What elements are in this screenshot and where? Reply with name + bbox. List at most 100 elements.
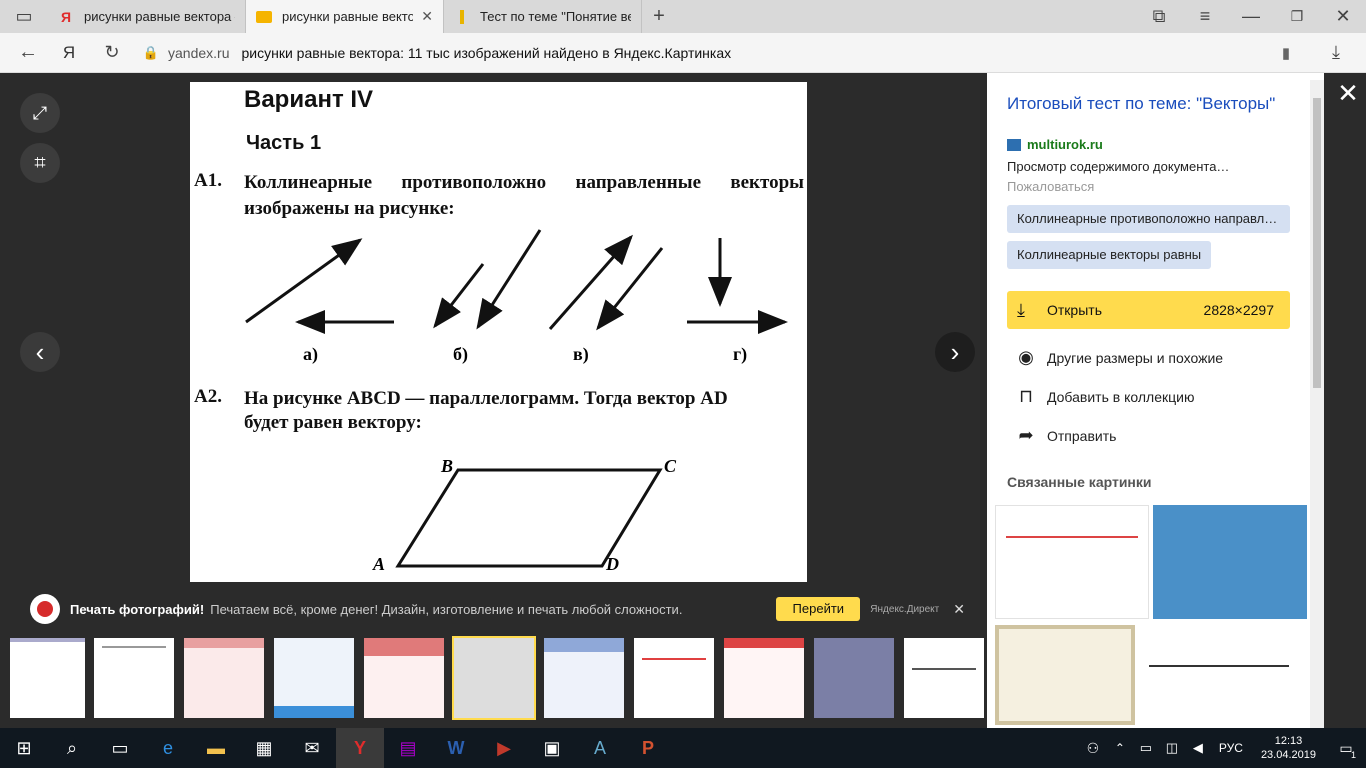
edge-icon[interactable]: e xyxy=(144,728,192,768)
close-ad-icon[interactable]: ✕ xyxy=(953,601,965,618)
task-view-icon[interactable]: ▭ xyxy=(96,728,144,768)
related-thumbnail[interactable] xyxy=(995,625,1135,725)
bookmark-outline-icon: ⊓ xyxy=(1018,386,1034,406)
complain-link[interactable]: Пожаловаться xyxy=(1007,179,1094,194)
a1-label-v: в) xyxy=(573,344,589,364)
clock-date: 23.04.2019 xyxy=(1260,749,1316,761)
search-icon[interactable]: ⌕ xyxy=(48,728,96,768)
yandex-browser-icon[interactable]: Y xyxy=(336,728,384,768)
action-label: Отправить xyxy=(1047,427,1117,444)
tag-chip[interactable]: Коллинеарные векторы равны xyxy=(1007,241,1212,269)
tab-2[interactable]: рисунки равные вектор ✕ xyxy=(246,0,444,33)
point-b-label: B xyxy=(441,456,454,476)
yandex-logo-icon[interactable]: Я xyxy=(56,33,82,73)
video-icon[interactable]: ▣ xyxy=(528,728,576,768)
address-domain[interactable]: yandex.ru xyxy=(168,45,229,61)
thumbnail-current[interactable] xyxy=(452,636,536,720)
main-image[interactable]: Вариант IV Часть 1 А1. Коллинеарные прот… xyxy=(190,82,807,582)
new-tab-icon[interactable]: + xyxy=(642,0,676,33)
doc-heading: Вариант IV xyxy=(244,86,374,113)
fullscreen-icon[interactable]: ⤢ xyxy=(20,93,60,133)
add-collection-action[interactable]: ⊓ Добавить в коллекцию xyxy=(1015,386,1194,407)
thumbnail[interactable] xyxy=(724,638,804,718)
tab-1[interactable]: Я рисунки равные вектора – xyxy=(48,0,246,33)
related-thumbnail[interactable] xyxy=(1153,505,1307,619)
close-window-icon[interactable]: ✕ xyxy=(1320,0,1366,33)
download-icon: ⤓ xyxy=(1017,299,1025,320)
windows-start-icon[interactable]: ⊞ xyxy=(0,728,48,768)
thumbnail[interactable] xyxy=(904,638,984,718)
close-tab-icon[interactable]: ✕ xyxy=(421,8,433,25)
downloads-icon[interactable]: ⤓ xyxy=(1306,33,1366,73)
tabs-overview-icon[interactable]: ▭ xyxy=(0,0,48,33)
related-thumbnail[interactable] xyxy=(995,505,1149,619)
a1-label-a: а) xyxy=(303,344,318,364)
store-icon[interactable]: ▦ xyxy=(240,728,288,768)
related-heading: Связанные картинки xyxy=(1007,474,1152,490)
related-thumbnail[interactable] xyxy=(1139,625,1299,725)
volume-icon[interactable]: ◀ xyxy=(1185,728,1211,768)
taskbar: ⊞ ⌕ ▭ e ▬ ▦ ✉ Y ▤ W ▶ ▣ A P ⚇ ⌃ ▭ ◫ ◀ РУ… xyxy=(0,728,1366,768)
winrar-icon[interactable]: ▤ xyxy=(384,728,432,768)
tray-arrow-icon[interactable]: ⌃ xyxy=(1107,728,1133,768)
address-page-title[interactable]: рисунки равные вектора: 11 тыс изображен… xyxy=(241,45,731,61)
bookmark-panel-icon[interactable]: ⧉ xyxy=(1136,0,1182,33)
network-icon[interactable]: ◫ xyxy=(1159,728,1185,768)
clock[interactable]: 12:13 23.04.2019 xyxy=(1261,734,1316,762)
tab-3[interactable]: Тест по теме "Понятие век xyxy=(444,0,642,33)
scrollbar-thumb[interactable] xyxy=(1313,98,1321,388)
point-d-label: D xyxy=(606,554,619,574)
tag-chip[interactable]: Коллинеарные противоположно направл… xyxy=(1007,205,1290,233)
menu-icon[interactable]: ≡ xyxy=(1182,0,1228,33)
media-player-icon[interactable]: ▶ xyxy=(480,728,528,768)
clock-time: 12:13 xyxy=(1274,735,1303,747)
a2-text-2: будет равен вектору: xyxy=(244,412,422,433)
prev-image-icon[interactable]: ‹ xyxy=(20,332,60,372)
notification-count: 1 xyxy=(1350,750,1356,760)
bookmark-icon[interactable]: ▮ xyxy=(1266,33,1306,73)
tab-label: рисунки равные вектор xyxy=(282,9,414,24)
word-icon[interactable]: W xyxy=(432,728,480,768)
thumbnail[interactable] xyxy=(634,638,714,718)
thumbnail[interactable] xyxy=(94,638,174,718)
thumbnail[interactable] xyxy=(544,638,624,718)
powerpoint-icon[interactable]: P xyxy=(624,728,672,768)
ad-title[interactable]: Печать фотографий! xyxy=(70,602,204,617)
next-image-icon[interactable]: › xyxy=(935,332,975,372)
parallelogram-figure xyxy=(395,468,663,568)
translate-icon[interactable]: A xyxy=(576,728,624,768)
notifications-icon[interactable]: ▭ 1 xyxy=(1326,728,1366,768)
battery-icon[interactable]: ▭ xyxy=(1133,728,1159,768)
ad-go-button[interactable]: Перейти xyxy=(776,597,861,621)
other-sizes-action[interactable]: ◉ Другие размеры и похожие xyxy=(1015,347,1223,368)
thumbnail[interactable] xyxy=(274,638,354,718)
crop-icon[interactable]: ⌗ xyxy=(20,143,60,183)
tab-bar: ▭ Я рисунки равные вектора – рисунки рав… xyxy=(0,0,1366,33)
open-button[interactable]: ⤓ Открыть 2828×2297 xyxy=(1007,291,1290,329)
source-row: multiurok.ru xyxy=(1007,137,1103,152)
people-icon[interactable]: ⚇ xyxy=(1079,728,1107,768)
info-panel: Итоговый тест по теме: "Векторы" multiur… xyxy=(987,73,1324,728)
a2-text-1: На рисунке ABCD — параллелограмм. Тогда … xyxy=(244,388,728,409)
address-bar: ← Я ↻ 🔒 yandex.ru рисунки равные вектора… xyxy=(0,33,1366,73)
close-viewer-icon[interactable]: ✕ xyxy=(1330,73,1366,113)
panel-scrollbar[interactable] xyxy=(1310,80,1324,728)
thumbnail[interactable] xyxy=(10,638,85,718)
back-icon[interactable]: ← xyxy=(0,33,56,73)
point-a-label: A xyxy=(373,554,386,574)
mail-icon[interactable]: ✉ xyxy=(288,728,336,768)
explorer-icon[interactable]: ▬ xyxy=(192,728,240,768)
image-size: 2828×2297 xyxy=(1203,302,1274,318)
language-indicator[interactable]: РУС xyxy=(1219,741,1243,755)
source-link[interactable]: multiurok.ru xyxy=(1027,137,1103,152)
lock-icon: 🔒 xyxy=(142,44,160,60)
minimize-icon[interactable]: — xyxy=(1228,0,1274,33)
thumbnail[interactable] xyxy=(814,638,894,718)
result-title[interactable]: Итоговый тест по теме: "Векторы" xyxy=(1007,93,1297,115)
share-action[interactable]: ➦ Отправить xyxy=(1015,425,1116,446)
reload-icon[interactable]: ↻ xyxy=(82,33,142,73)
camera-search-icon: ◉ xyxy=(1018,347,1034,367)
thumbnail[interactable] xyxy=(364,638,444,718)
thumbnail[interactable] xyxy=(184,638,264,718)
restore-icon[interactable]: ❐ xyxy=(1274,0,1320,33)
